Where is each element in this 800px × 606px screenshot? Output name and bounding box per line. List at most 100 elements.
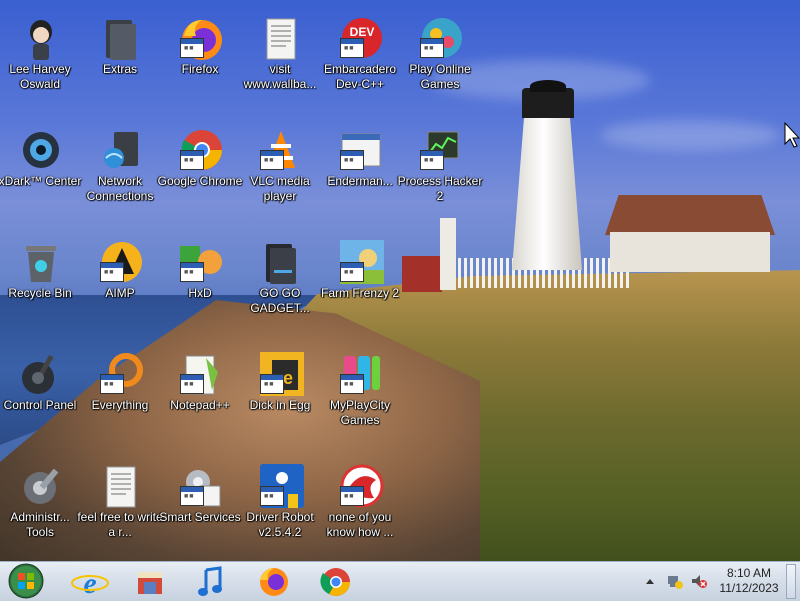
shortcut-app-badge-icon [100,262,124,282]
desktop-icon-dev-cpp[interactable]: DEV Embarcadero Dev-C++ [320,10,400,120]
taskbar-internet-explorer[interactable]: e [68,564,112,600]
document-icon [266,18,296,60]
desktop-icon-label: Google Chrome [157,174,243,188]
chrome-icon [320,568,350,596]
shortcut-app-badge-icon [260,486,284,506]
desktop[interactable]: Lee Harvey Oswald Extras Firefox visit w… [0,0,800,561]
shortcut-app-badge-icon [180,38,204,58]
desktop-icon-label: Smart Services [159,510,241,524]
wallpaper-shed [402,256,442,292]
desktop-icon-label: HxD [188,286,212,300]
desktop-icon-myplaycity-games[interactable]: MyPlayCity Games [320,346,400,456]
taskbar[interactable]: e 8:10 AM 11/12/2023 [0,561,800,601]
desktop-icon-label: Process Hacker 2 [397,174,483,203]
shortcut-app-badge-icon [260,374,284,394]
desktop-icon-label: Extras [102,62,137,76]
desktop-icon-label: none of you know how ... [326,510,394,539]
mouse-cursor-icon [784,122,800,148]
start-button[interactable] [4,562,48,601]
desktop-icon-none-of-you[interactable]: none of you know how ... [320,458,400,561]
wallpaper-lighthouse [512,110,582,270]
shortcut-app-badge-icon [420,150,444,170]
desktop-icon-firefox[interactable]: Firefox [160,10,240,120]
shortcut-app-badge-icon [180,262,204,282]
taskbar-chrome[interactable] [314,564,358,600]
wallpaper-house [610,232,770,272]
desktop-icon-farm-frenzy-2[interactable]: Farm Frenzy 2 [320,234,400,344]
desktop-icon-recycle-bin[interactable]: Recycle Bin [0,234,80,344]
shortcut-app-badge-icon [340,374,364,394]
taskbar-clock[interactable]: 8:10 AM 11/12/2023 [716,566,782,596]
shortcut-app-badge-icon [340,486,364,506]
desktop-icon-lee-harvey-oswald[interactable]: Lee Harvey Oswald [0,10,80,120]
desktop-icon-label: Notepad++ [170,398,230,412]
folder-icon [106,20,136,60]
desktop-icon-google-chrome[interactable]: Google Chrome [158,122,242,232]
desktop-icon-label: visit www.wallba... [243,62,317,91]
network-icon [104,132,138,168]
shortcut-app-badge-icon [100,374,124,394]
shortcut-app-badge-icon [180,150,204,170]
desktop-icon-aimp[interactable]: AIMP [80,234,160,344]
desktop-icon-label: Driver Robot v2.5.4.2 [246,510,314,539]
person-icon [30,20,52,60]
desktop-icon-label: feel free to write a r... [77,510,163,539]
control-panel-icon [22,354,54,394]
clock-time: 8:10 AM [726,566,772,580]
desktop-icon-vlc[interactable]: VLC media player [240,122,320,232]
desktop-icon-label: VLC media player [250,174,310,203]
xdark-icon [23,132,59,168]
clock-date: 11/12/2023 [719,581,779,595]
recycle-bin-icon [26,246,56,282]
desktop-icon-xdark-center[interactable]: xDark™ Center [0,122,81,232]
svg-text:e: e [83,567,96,600]
desktop-icon-label: GO GO GADGET... [250,286,310,315]
store-icon [138,572,162,594]
windows-start-orb-icon [8,563,44,599]
desktop-icon-visit-wallba[interactable]: visit www.wallba... [240,10,320,120]
desktop-icon-label: Control Panel [3,398,77,412]
desktop-icon-label: Enderman... [327,174,393,188]
shortcut-app-badge-icon [180,486,204,506]
folder-icon [266,244,296,284]
desktop-icon-go-go-gadget[interactable]: GO GO GADGET... [240,234,320,344]
show-hidden-icons-arrow-icon[interactable] [644,575,656,587]
desktop-icon-label: Dick in Egg [249,398,311,412]
taskbar-store[interactable] [128,564,172,600]
shortcut-app-badge-icon [340,150,364,170]
svg-text:DEV: DEV [350,25,375,39]
taskbar-music[interactable] [190,564,234,600]
desktop-icon-control-panel[interactable]: Control Panel [0,346,80,456]
desktop-icon-label: AIMP [105,286,135,300]
desktop-icon-label: Network Connections [86,174,154,203]
desktop-icon-everything[interactable]: Everything [80,346,160,456]
desktop-icon-administrative-tools[interactable]: Administr... Tools [0,458,80,561]
internet-explorer-icon: e [71,567,109,600]
desktop-icon-feel-free[interactable]: feel free to write a r... [77,458,163,561]
desktop-icon-label: Recycle Bin [8,286,72,300]
desktop-icon-notepad-plus-plus[interactable]: Notepad++ [160,346,240,456]
desktop-icon-dick-in-egg[interactable]: e Dick in Egg [240,346,320,456]
desktop-icon-network-connections[interactable]: Network Connections [80,122,160,232]
volume-muted-icon[interactable] [690,572,708,590]
desktop-icon-extras[interactable]: Extras [80,10,160,120]
shortcut-app-badge-icon [180,374,204,394]
wallpaper-lighthouse-lamp [522,88,574,118]
desktop-icon-label: Administr... Tools [10,510,70,539]
desktop-icon-play-online-games[interactable]: Play Online Games [400,10,480,120]
desktop-icon-process-hacker[interactable]: Process Hacker 2 [398,122,482,232]
show-desktop-button[interactable] [786,564,796,599]
desktop-icon-driver-robot[interactable]: Driver Robot v2.5.4.2 [240,458,320,561]
shortcut-app-badge-icon [340,262,364,282]
desktop-icon-hxd[interactable]: HxD [160,234,240,344]
desktop-icon-enderman[interactable]: Enderman... [320,122,400,232]
shortcut-app-badge-icon [420,38,444,58]
desktop-icon-label: MyPlayCity Games [329,398,390,427]
desktop-icon-label: Farm Frenzy 2 [320,286,399,300]
shortcut-app-badge-icon [340,38,364,58]
desktop-icon-smart-services[interactable]: Smart Services [159,458,241,561]
desktop-icon-label: Play Online Games [409,62,471,91]
wallpaper-cloud [600,120,780,150]
network-tray-icon[interactable] [666,572,684,590]
taskbar-firefox[interactable] [252,564,296,600]
